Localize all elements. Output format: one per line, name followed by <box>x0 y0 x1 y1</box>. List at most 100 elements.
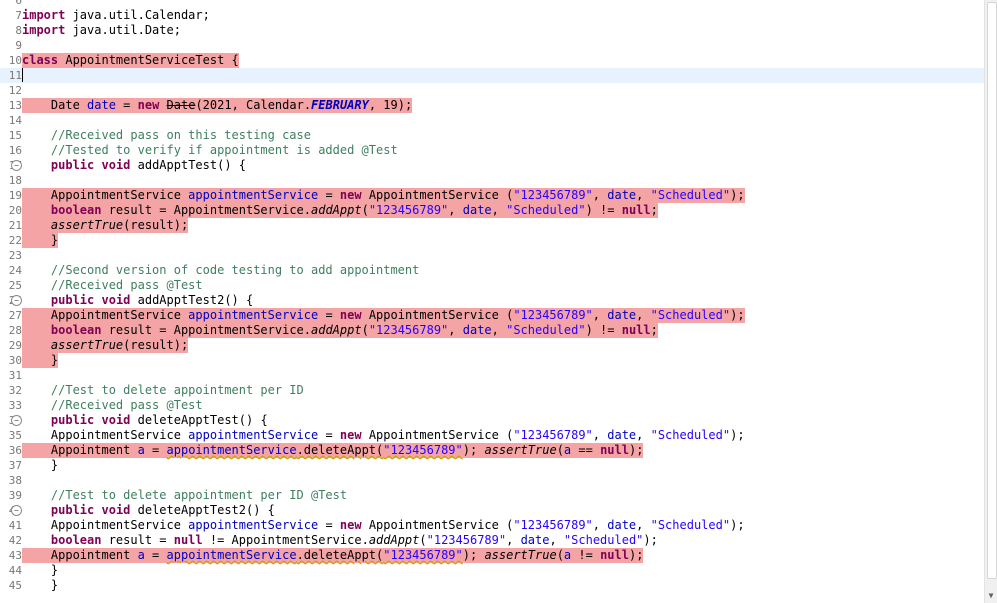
code-token: class <box>22 53 59 67</box>
code-token: AppointmentService <box>22 308 189 322</box>
code-line[interactable]: 40− public void deleteApptTest2() { <box>0 503 985 518</box>
code-token: , <box>592 308 608 322</box>
code-token: boolean <box>50 533 102 547</box>
code-token: public <box>50 158 95 172</box>
code-line[interactable]: 28 boolean result = AppointmentService.a… <box>0 323 985 338</box>
code-line[interactable]: 41 AppointmentService appointmentService… <box>0 518 985 533</box>
line-number: 33 <box>8 399 22 412</box>
code-token: ( <box>361 323 369 337</box>
code-line[interactable]: 36 Appointment a = appointmentService.de… <box>0 443 985 458</box>
code-line[interactable]: 14 <box>0 113 985 128</box>
code-line[interactable]: 33 //Received pass @Test <box>0 398 985 413</box>
code-token: AppointmentService <box>22 518 189 532</box>
line-number: 30 <box>8 354 22 367</box>
code-line[interactable]: 26− public void addApptTest2() { <box>0 293 985 308</box>
line-number: 11 <box>8 69 22 82</box>
code-editor[interactable]: 6 7 import java.util.Calendar; 8 import java… <box>0 0 985 603</box>
code-token: result = <box>101 533 174 547</box>
code-line[interactable]: 17− public void addApptTest() { <box>0 158 985 173</box>
line-number: 14 <box>8 114 22 127</box>
code-line[interactable]: 35 AppointmentService appointmentService… <box>0 428 985 443</box>
code-line[interactable]: 43 Appointment a = appointmentService.de… <box>0 548 985 563</box>
line-number: 10 <box>8 54 22 67</box>
code-line[interactable]: 19 AppointmentService appointmentService… <box>0 188 985 203</box>
code-token: "Scheduled" <box>563 533 644 547</box>
collapse-icon[interactable]: − <box>11 160 22 171</box>
code-token: ); <box>462 443 485 457</box>
vertical-scrollbar[interactable]: ▼ <box>984 0 997 603</box>
code-line[interactable]: 34− public void deleteApptTest() { <box>0 413 985 428</box>
collapse-icon[interactable]: − <box>11 415 22 426</box>
code-line[interactable]: 16 //Tested to verify if appointment is … <box>0 143 985 158</box>
code-line[interactable]: 32 //Test to delete appointment per ID <box>0 383 985 398</box>
code-token: new <box>339 188 362 202</box>
code-line[interactable]: 30 } <box>0 353 985 368</box>
code-token: = <box>318 188 340 202</box>
code-line[interactable]: 15 //Received pass on this testing case <box>0 128 985 143</box>
code-token: void <box>101 293 131 307</box>
collapse-icon[interactable]: − <box>11 295 22 306</box>
code-token: ) != <box>585 203 622 217</box>
code-token: .deleteAppt( <box>296 443 384 457</box>
code-text: Appointment a = appointmentService.delet… <box>22 548 644 563</box>
code-line[interactable]: 20 boolean result = AppointmentService.a… <box>0 203 985 218</box>
code-line[interactable]: 24 //Second version of code testing to a… <box>0 263 985 278</box>
code-token: "123456789" <box>513 188 593 202</box>
code-token: } <box>22 578 59 592</box>
code-line[interactable]: 18 <box>0 173 985 188</box>
code-text: boolean result = AppointmentService.addA… <box>22 203 658 218</box>
code-text: } <box>22 563 58 578</box>
code-token: addApptTest() { <box>130 158 246 172</box>
code-token: assertTrue <box>50 338 124 352</box>
code-line[interactable]: 9 <box>0 38 985 53</box>
code-line[interactable]: 29 assertTrue(result); <box>0 338 985 353</box>
line-number: 27 <box>8 309 22 322</box>
code-token: assertTrue <box>484 443 557 457</box>
collapse-icon[interactable]: − <box>11 505 22 516</box>
code-line[interactable]: 23 <box>0 248 985 263</box>
scrollbar-thumb[interactable] <box>987 2 997 579</box>
code-line[interactable]: 10 class AppointmentServiceTest { <box>0 53 985 68</box>
code-line[interactable]: 45 } <box>0 578 985 593</box>
code-line[interactable]: 31 <box>0 368 985 383</box>
code-token: AppointmentServiceTest { <box>58 53 239 67</box>
code-line[interactable]: 7 import java.util.Calendar; <box>0 8 985 23</box>
line-number: 29 <box>8 339 22 352</box>
code-token: ); <box>730 428 745 442</box>
down-arrow-icon[interactable]: ▼ <box>985 591 997 601</box>
code-token: Appointment <box>22 443 138 457</box>
code-text: //Received pass @Test <box>22 278 203 293</box>
code-line[interactable]: 13 Date date = new Date(2021, Calendar.F… <box>0 98 985 113</box>
code-line[interactable]: 44 } <box>0 563 985 578</box>
code-token: } <box>22 458 59 472</box>
code-line[interactable]: 8 import java.util.Date; <box>0 23 985 38</box>
code-line[interactable]: 37 } <box>0 458 985 473</box>
code-text: //Received pass @Test <box>22 398 203 413</box>
code-token: "Scheduled" <box>650 308 731 322</box>
code-line[interactable]: 21 assertTrue(result); <box>0 218 985 233</box>
code-line[interactable]: 22 } <box>0 233 985 248</box>
code-line[interactable]: 12 <box>0 83 985 98</box>
line-number: 22 <box>8 234 22 247</box>
code-line[interactable]: 38 <box>0 473 985 488</box>
code-token: , <box>549 533 564 547</box>
code-line[interactable]: 6 <box>0 0 985 8</box>
code-line[interactable]: 39 //Test to delete appointment per ID @… <box>0 488 985 503</box>
code-token: ; <box>650 203 658 217</box>
code-line[interactable]: 11 <box>0 68 985 83</box>
code-line[interactable]: 42 boolean result = null != AppointmentS… <box>0 533 985 548</box>
code-token: addAppt <box>311 323 362 337</box>
code-token: boolean <box>50 203 102 217</box>
code-token: addApptTest2() { <box>130 293 254 307</box>
code-token: "123456789" <box>513 518 593 532</box>
code-token: (result); <box>123 338 189 352</box>
line-number: 13 <box>8 99 22 112</box>
code-text: import java.util.Date; <box>22 23 181 38</box>
code-line[interactable]: 25 //Received pass @Test <box>0 278 985 293</box>
code-line[interactable]: 27 AppointmentService appointmentService… <box>0 308 985 323</box>
code-text <box>22 68 23 83</box>
